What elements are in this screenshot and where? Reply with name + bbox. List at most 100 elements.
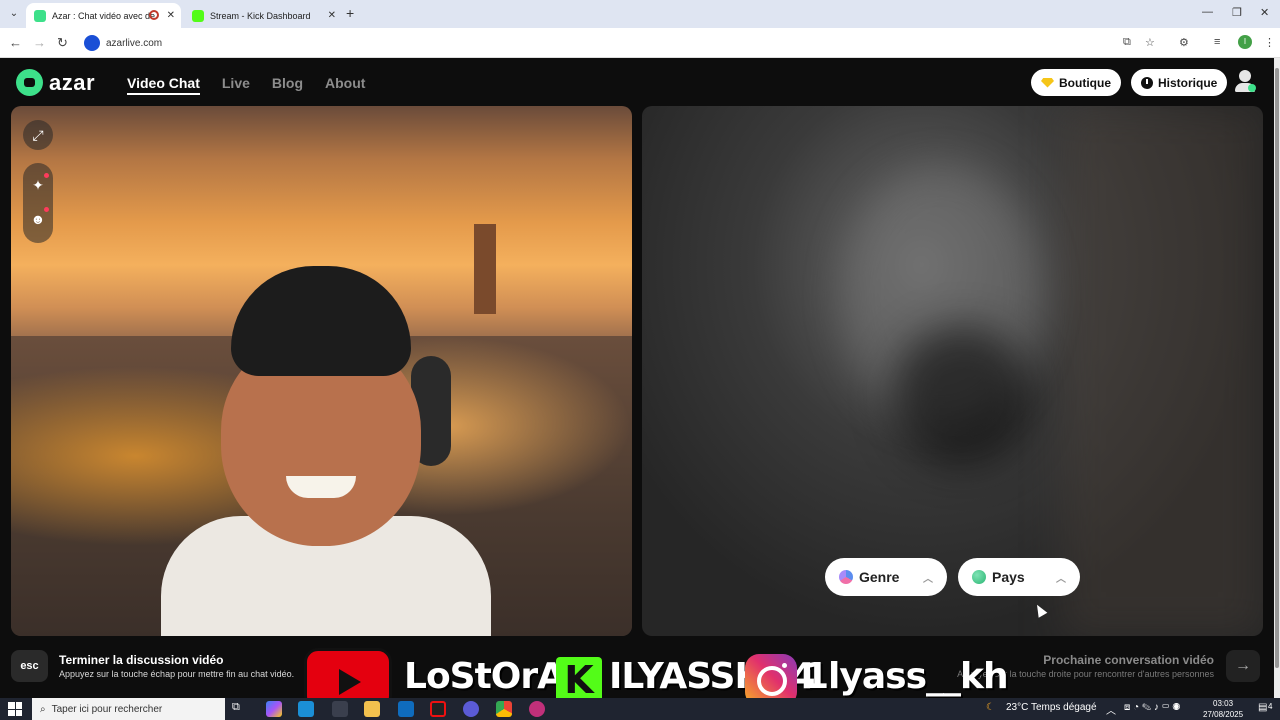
- edge-icon[interactable]: [298, 701, 314, 717]
- new-badge-dot: [44, 207, 49, 212]
- windows-taskbar: ⌕ Taper ici pour rechercher ⧉ ☾ 23°C Tem…: [0, 698, 1280, 720]
- gender-filter-label: Genre: [859, 569, 900, 585]
- cap-shape: [231, 266, 411, 376]
- new-badge-dot: [44, 173, 49, 178]
- azar-app: azar Video Chat Live Blog About Boutique…: [0, 58, 1274, 698]
- clock-date: 27/08/2025: [1203, 710, 1244, 719]
- logo-text: azar: [49, 69, 96, 95]
- bookmark-star-icon[interactable]: ☆: [1145, 36, 1155, 49]
- globe-icon: [972, 570, 986, 584]
- recording-icon: [149, 10, 159, 20]
- copilot-icon[interactable]: [266, 701, 282, 717]
- country-filter-button[interactable]: Pays ︿: [958, 558, 1080, 596]
- search-icon: ⌕: [40, 703, 46, 715]
- nav-video-chat[interactable]: Video Chat: [127, 75, 200, 95]
- gem-icon: [1041, 77, 1054, 88]
- windows-start-icon[interactable]: [8, 702, 22, 716]
- youtube-handle: LoStOrA: [404, 656, 565, 697]
- tab-title: Stream - Kick Dashboard: [210, 10, 311, 21]
- folder-icon[interactable]: [364, 701, 380, 717]
- clock[interactable]: 03:03 27/08/2025: [1203, 698, 1243, 720]
- shop-label: Boutique: [1059, 75, 1111, 90]
- reload-icon[interactable]: ↻: [57, 35, 68, 51]
- tab-kick[interactable]: Stream - Kick Dashboard ✕: [184, 3, 342, 28]
- azar-logo[interactable]: azar: [16, 69, 95, 96]
- nav-about[interactable]: About: [325, 75, 365, 95]
- tab-azar[interactable]: Azar : Chat vidéo avec de n ✕: [26, 3, 181, 28]
- azar-favicon-icon: [34, 9, 46, 22]
- mail-icon[interactable]: [398, 701, 414, 717]
- forward-icon[interactable]: →: [33, 35, 46, 50]
- chevron-up-icon: ︿: [1056, 573, 1066, 585]
- gender-filter-button[interactable]: Genre ︿: [825, 558, 947, 596]
- end-chat-button[interactable]: esc: [11, 650, 48, 682]
- taskbar-search[interactable]: ⌕ Taper ici pour rechercher: [32, 698, 225, 720]
- url-text: azarlive.com: [106, 37, 163, 49]
- tab-title: Azar : Chat vidéo avec de n: [52, 10, 157, 21]
- history-label: Historique: [1158, 75, 1218, 90]
- local-video: ⤢ ✦ ☻: [11, 106, 632, 636]
- clock-time: 03:03: [1213, 699, 1234, 708]
- minimize-icon[interactable]: —: [1202, 6, 1213, 18]
- profile-avatar[interactable]: I: [1238, 35, 1252, 49]
- extensions-icon[interactable]: ⚙: [1179, 36, 1189, 49]
- notifications-icon[interactable]: ▤: [1258, 702, 1267, 713]
- scrollbar-thumb[interactable]: [1275, 68, 1279, 668]
- install-app-icon[interactable]: ⧉: [1123, 36, 1131, 49]
- app-icon[interactable]: [529, 701, 545, 717]
- back-icon[interactable]: ←: [9, 35, 22, 50]
- user-profile-icon[interactable]: [1234, 70, 1256, 94]
- chevron-up-icon[interactable]: ︿: [1106, 702, 1116, 717]
- page-scrollbar[interactable]: [1274, 58, 1280, 698]
- history-button[interactable]: Historique: [1131, 69, 1228, 96]
- close-window-icon[interactable]: ✕: [1260, 6, 1269, 19]
- new-tab-button[interactable]: +: [346, 5, 354, 21]
- browser-tab-strip: ⌄ Azar : Chat vidéo avec de n ✕ Stream -…: [0, 0, 1280, 28]
- menu-kebab-icon[interactable]: ⋮: [1264, 36, 1275, 49]
- instagram-handle: 1lyass__kh: [804, 656, 1009, 697]
- streamer-figure: [161, 266, 491, 636]
- end-chat-hint: Appuyez sur la touche échap pour mettre …: [59, 669, 295, 679]
- tab-search-icon[interactable]: ⌄: [6, 6, 22, 22]
- chrome-icon[interactable]: [496, 701, 512, 717]
- notification-count: 4: [1268, 702, 1273, 711]
- gender-icon: [839, 570, 853, 584]
- resize-icon[interactable]: ⤢: [23, 120, 53, 150]
- clock-icon: [1141, 76, 1153, 89]
- shop-button[interactable]: Boutique: [1031, 69, 1121, 96]
- blur-shape: [1062, 106, 1262, 636]
- obs-icon[interactable]: [430, 701, 446, 717]
- kick-favicon-icon: [192, 9, 204, 22]
- remote-video: Genre ︿ Pays ︿: [642, 106, 1263, 636]
- sparkle-effects-icon[interactable]: ✦: [23, 177, 53, 194]
- online-status-dot: [1248, 84, 1256, 92]
- moon-weather-icon: ☾: [986, 702, 995, 713]
- explorer-icon[interactable]: [332, 701, 348, 717]
- country-filter-label: Pays: [992, 569, 1025, 585]
- restore-icon[interactable]: ❐: [1232, 6, 1242, 19]
- url-field[interactable]: azarlive.com: [80, 32, 1110, 54]
- blur-shape: [892, 326, 1032, 466]
- effects-toolbar: ✦ ☻: [23, 163, 53, 243]
- smile-shape: [286, 476, 356, 498]
- next-chat-button[interactable]: →: [1226, 650, 1260, 682]
- site-info-icon[interactable]: [84, 35, 100, 51]
- chevron-up-icon: ︿: [923, 573, 933, 585]
- tray-icons[interactable]: ⧈ ◔ ✎ ♪ ▭ ◉: [1124, 702, 1180, 713]
- close-tab-icon[interactable]: ✕: [328, 10, 336, 21]
- nav-blog[interactable]: Blog: [272, 75, 303, 95]
- app-icon[interactable]: [463, 701, 479, 717]
- weather-text[interactable]: 23°C Temps dégagé: [1006, 702, 1097, 713]
- nav-live[interactable]: Live: [222, 75, 250, 95]
- kick-logo-icon: [556, 657, 602, 703]
- close-tab-icon[interactable]: ✕: [167, 10, 175, 21]
- media-control-icon[interactable]: ≡: [1214, 36, 1220, 48]
- azar-logo-icon: [16, 69, 43, 96]
- task-view-icon[interactable]: ⧉: [232, 701, 248, 717]
- face-sticker-icon[interactable]: ☻: [23, 211, 53, 227]
- address-bar: ← → ↻ azarlive.com ⧉ ☆ ⚙ ≡ ⋮: [0, 28, 1280, 58]
- end-chat-title: Terminer la discussion vidéo: [59, 653, 224, 667]
- user-head-shape: [1239, 70, 1251, 82]
- taskbar-search-placeholder: Taper ici pour rechercher: [51, 703, 163, 715]
- main-nav: Video Chat Live Blog About: [127, 75, 365, 95]
